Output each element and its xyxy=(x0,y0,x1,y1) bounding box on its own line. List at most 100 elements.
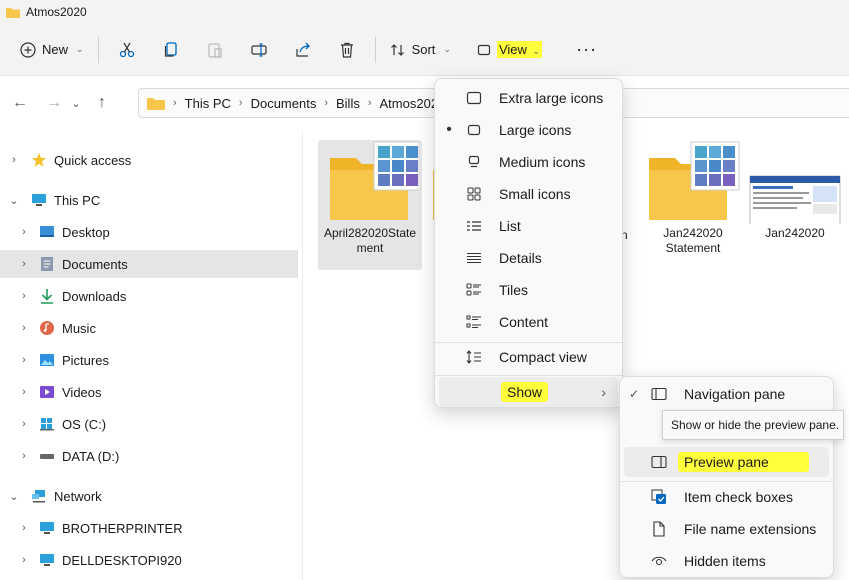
file-name: Jan242020 Statement xyxy=(663,226,723,255)
sidebar-item-label: Downloads xyxy=(62,288,127,304)
breadcrumb-this-pc[interactable]: This PC xyxy=(185,96,231,111)
sidebar-item-label: Pictures xyxy=(62,352,109,368)
new-button[interactable]: New ⌄ xyxy=(12,34,92,66)
chevron-right-icon[interactable]: › xyxy=(18,386,30,398)
menu-item-navigation-pane[interactable]: ✓ Navigation pane xyxy=(624,379,829,409)
sidebar-item-desktop[interactable]: › Desktop xyxy=(0,218,298,246)
sidebar-item-label: Documents xyxy=(62,256,128,272)
menu-item-large-icons[interactable]: • Large icons xyxy=(439,115,618,145)
chevron-down-icon[interactable]: ⌄ xyxy=(8,194,20,207)
checkbox-icon xyxy=(644,488,674,506)
menu-item-file-name-extensions[interactable]: File name extensions xyxy=(624,514,829,544)
sidebar-item-documents[interactable]: › Documents xyxy=(0,250,298,278)
sidebar-item-quick-access[interactable]: › Quick access xyxy=(0,146,298,174)
eye-icon xyxy=(644,552,674,570)
sidebar-item-os-c[interactable]: › OS (C:) xyxy=(0,410,298,438)
address-row: ← → ⌄ ↑ › This PC › Documents › Bills › … xyxy=(0,76,849,130)
chevron-down-icon[interactable]: ⌄ xyxy=(8,490,20,503)
menu-item-preview-pane[interactable]: Preview pane xyxy=(624,447,829,477)
selected-indicator: • xyxy=(446,121,452,138)
sidebar-item-network[interactable]: ⌄ Network xyxy=(0,482,298,510)
file-item[interactable]: April282020State ment xyxy=(318,140,422,270)
menu-item-item-check-boxes[interactable]: Item check boxes xyxy=(624,482,829,512)
menu-item-label: Extra large icons xyxy=(499,90,604,106)
music-icon xyxy=(38,319,56,337)
rename-icon xyxy=(250,42,267,57)
navigation-pane-icon xyxy=(644,385,674,403)
sidebar-item-data-d[interactable]: › DATA (D:) xyxy=(0,442,298,470)
extra-large-icons-icon xyxy=(459,89,489,107)
more-options-button[interactable]: ··· xyxy=(568,34,605,66)
folder-icon xyxy=(6,8,20,18)
menu-item-label: Details xyxy=(499,250,542,266)
sidebar-item-pictures[interactable]: › Pictures xyxy=(0,346,298,374)
menu-item-list[interactable]: List xyxy=(439,211,618,241)
file-item[interactable]: n xyxy=(621,140,641,270)
chevron-right-icon[interactable]: › xyxy=(18,450,30,462)
sidebar-item-this-pc[interactable]: ⌄ This PC xyxy=(0,186,298,214)
rename-button[interactable] xyxy=(243,34,275,66)
navigation-pane: › Quick access ⌄ This PC › Desktop › Doc… xyxy=(0,138,302,580)
delete-button[interactable] xyxy=(331,34,363,66)
menu-item-details[interactable]: Details xyxy=(439,243,618,273)
chevron-right-icon[interactable]: › xyxy=(18,226,30,238)
menu-divider xyxy=(435,375,622,376)
back-button[interactable]: ← xyxy=(6,89,34,117)
chevron-right-icon[interactable]: › xyxy=(18,290,30,302)
menu-item-extra-large-icons[interactable]: Extra large icons xyxy=(439,83,618,113)
videos-icon xyxy=(38,383,56,401)
chevron-right-icon[interactable]: › xyxy=(8,154,20,166)
view-button[interactable]: View ⌄ xyxy=(469,34,550,66)
copy-button[interactable] xyxy=(155,34,187,66)
check-icon: ✓ xyxy=(628,387,640,401)
menu-item-show[interactable]: Show › xyxy=(439,377,618,407)
plus-circle-icon xyxy=(20,41,36,58)
menu-item-label: Compact view xyxy=(499,349,587,365)
recent-locations-button[interactable]: ⌄ xyxy=(68,89,84,117)
chevron-right-icon[interactable]: › xyxy=(18,554,30,566)
chevron-right-icon[interactable]: › xyxy=(18,418,30,430)
menu-item-tiles[interactable]: Tiles xyxy=(439,275,618,305)
cut-button[interactable] xyxy=(111,34,143,66)
menu-item-medium-icons[interactable]: Medium icons xyxy=(439,147,618,177)
menu-item-label: Small icons xyxy=(499,186,571,202)
sidebar-item-label: Music xyxy=(62,320,96,336)
menu-item-label: Navigation pane xyxy=(684,386,786,402)
menu-item-content[interactable]: Content xyxy=(439,307,618,337)
chevron-right-icon[interactable]: › xyxy=(18,522,30,534)
chevron-down-icon: ⌄ xyxy=(71,97,81,110)
sidebar-item-label: Network xyxy=(54,488,102,504)
chevron-right-icon[interactable]: › xyxy=(18,322,30,334)
sidebar-item-downloads[interactable]: › Downloads xyxy=(0,282,298,310)
file-name: Jan242020 xyxy=(765,226,825,240)
chevron-right-icon: › xyxy=(324,97,328,109)
details-icon xyxy=(459,249,489,267)
chevron-right-icon[interactable]: › xyxy=(18,258,30,270)
chevron-right-icon[interactable]: › xyxy=(18,354,30,366)
computer-icon xyxy=(38,519,56,537)
arrow-right-icon: → xyxy=(46,94,62,111)
forward-button[interactable]: → xyxy=(40,89,68,117)
sidebar-item-label: OS (C:) xyxy=(62,416,107,432)
computer-icon xyxy=(30,191,48,209)
sidebar-item-music[interactable]: › Music xyxy=(0,314,298,342)
menu-item-label: File name extensions xyxy=(684,521,817,537)
up-button[interactable]: ↑ xyxy=(88,89,116,117)
new-label: New xyxy=(42,42,69,57)
document-thumbnail-icon xyxy=(749,175,841,224)
breadcrumb-bills[interactable]: Bills xyxy=(336,96,360,111)
sort-button[interactable]: Sort ⌄ xyxy=(382,34,459,66)
file-item[interactable]: Jan242020 Statement xyxy=(641,140,745,270)
sidebar-item-videos[interactable]: › Videos xyxy=(0,378,298,406)
sidebar-item-brotherprinter[interactable]: › BROTHERPRINTER xyxy=(0,514,298,542)
chevron-right-icon: › xyxy=(238,97,243,109)
menu-item-hidden-items[interactable]: Hidden items xyxy=(624,546,829,576)
file-item[interactable]: Jan242020 xyxy=(743,140,847,270)
share-button[interactable] xyxy=(287,34,319,66)
sidebar-item-delldesktopi920[interactable]: › DELLDESKTOPI920 xyxy=(0,546,298,574)
menu-item-compact-view[interactable]: Compact view xyxy=(439,342,618,372)
sort-label: Sort xyxy=(411,42,436,57)
menu-item-small-icons[interactable]: Small icons xyxy=(439,179,618,209)
paste-button[interactable] xyxy=(199,34,231,66)
breadcrumb-documents[interactable]: Documents xyxy=(251,96,317,111)
